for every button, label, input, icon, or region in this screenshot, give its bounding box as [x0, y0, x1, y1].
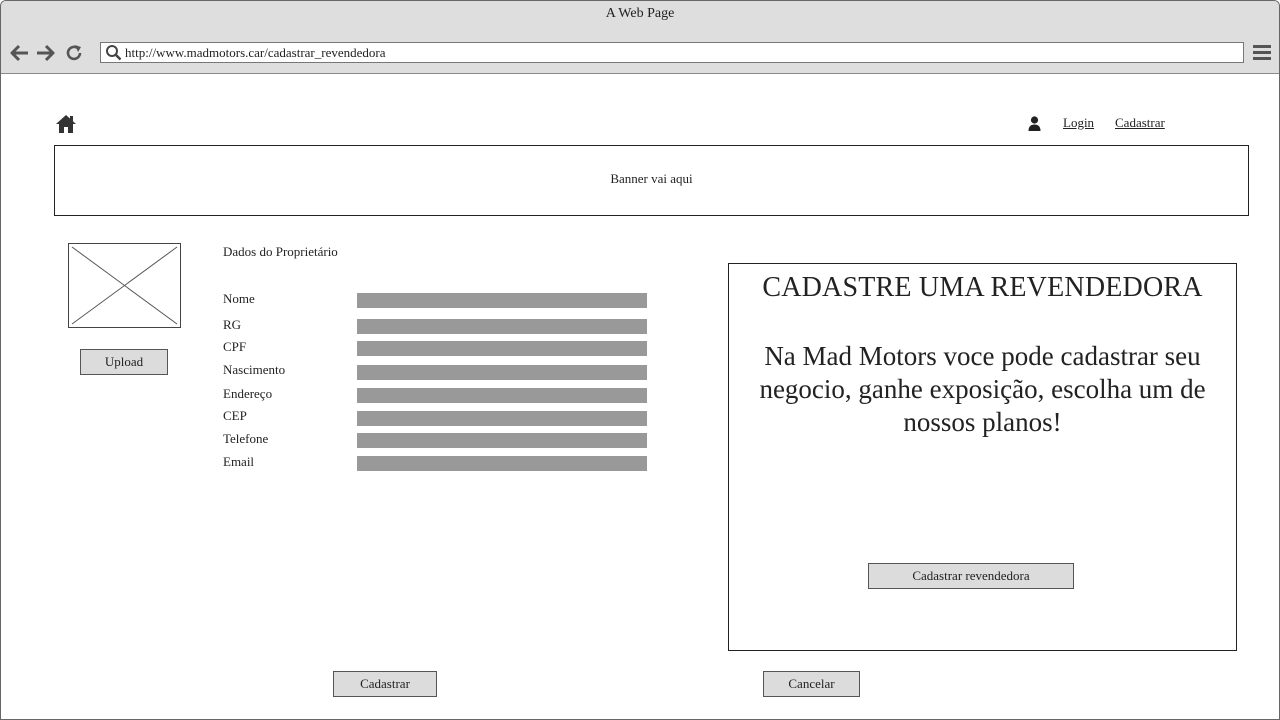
browser-window: A Web Page Login Cadastrar Banner vai aq… [0, 0, 1280, 720]
field-label-nascimento: Nascimento [223, 362, 286, 377]
arrow-right-icon[interactable] [35, 43, 55, 63]
hamburger-menu-icon[interactable] [1253, 44, 1271, 65]
user-icon [1028, 116, 1041, 136]
field-label-nome: Nome [223, 291, 255, 306]
submit-button[interactable]: Cadastrar [333, 671, 437, 697]
promo-panel: CADASTRE UMA REVENDEDORA Na Mad Motors v… [728, 263, 1237, 651]
promo-text: Na Mad Motors voce pode cadastrar seu ne… [759, 341, 1206, 437]
telefone-input[interactable] [357, 433, 647, 448]
register-dealership-button[interactable]: Cadastrar revendedora [868, 563, 1074, 589]
cancel-button[interactable]: Cancelar [763, 671, 860, 697]
field-label-email: Email [223, 454, 255, 469]
owner-section-title: Dados do Proprietário [223, 244, 338, 259]
reload-icon[interactable] [64, 43, 84, 63]
cpf-input[interactable] [357, 341, 647, 356]
field-label-rg: RG [223, 317, 242, 332]
url-input[interactable] [125, 43, 1235, 62]
endereco-input[interactable] [357, 388, 647, 403]
email-input[interactable] [357, 456, 647, 471]
promo-title: CADASTRE UMA REVENDEDORA [762, 272, 1203, 303]
upload-button[interactable]: Upload [80, 349, 168, 375]
login-link[interactable]: Login [1063, 115, 1094, 131]
field-label-telefone: Telefone [223, 431, 269, 446]
search-icon [106, 45, 122, 61]
cep-input[interactable] [357, 411, 647, 426]
home-icon[interactable] [55, 114, 77, 139]
window-title: A Web Page [1, 1, 1279, 31]
register-link[interactable]: Cadastrar [1115, 115, 1165, 131]
field-label-endereco: Endereço [223, 386, 273, 401]
image-placeholder [68, 243, 181, 328]
field-label-cpf: CPF [223, 339, 247, 354]
browser-navbar [1, 31, 1279, 74]
field-label-cep: CEP [223, 408, 247, 423]
address-bar[interactable] [100, 42, 1244, 63]
banner-text: Banner vai aqui [610, 171, 693, 186]
banner: Banner vai aqui [54, 145, 1249, 216]
nascimento-input[interactable] [357, 365, 647, 380]
nome-input[interactable] [357, 293, 647, 308]
rg-input[interactable] [357, 319, 647, 334]
arrow-left-icon[interactable] [10, 43, 30, 63]
